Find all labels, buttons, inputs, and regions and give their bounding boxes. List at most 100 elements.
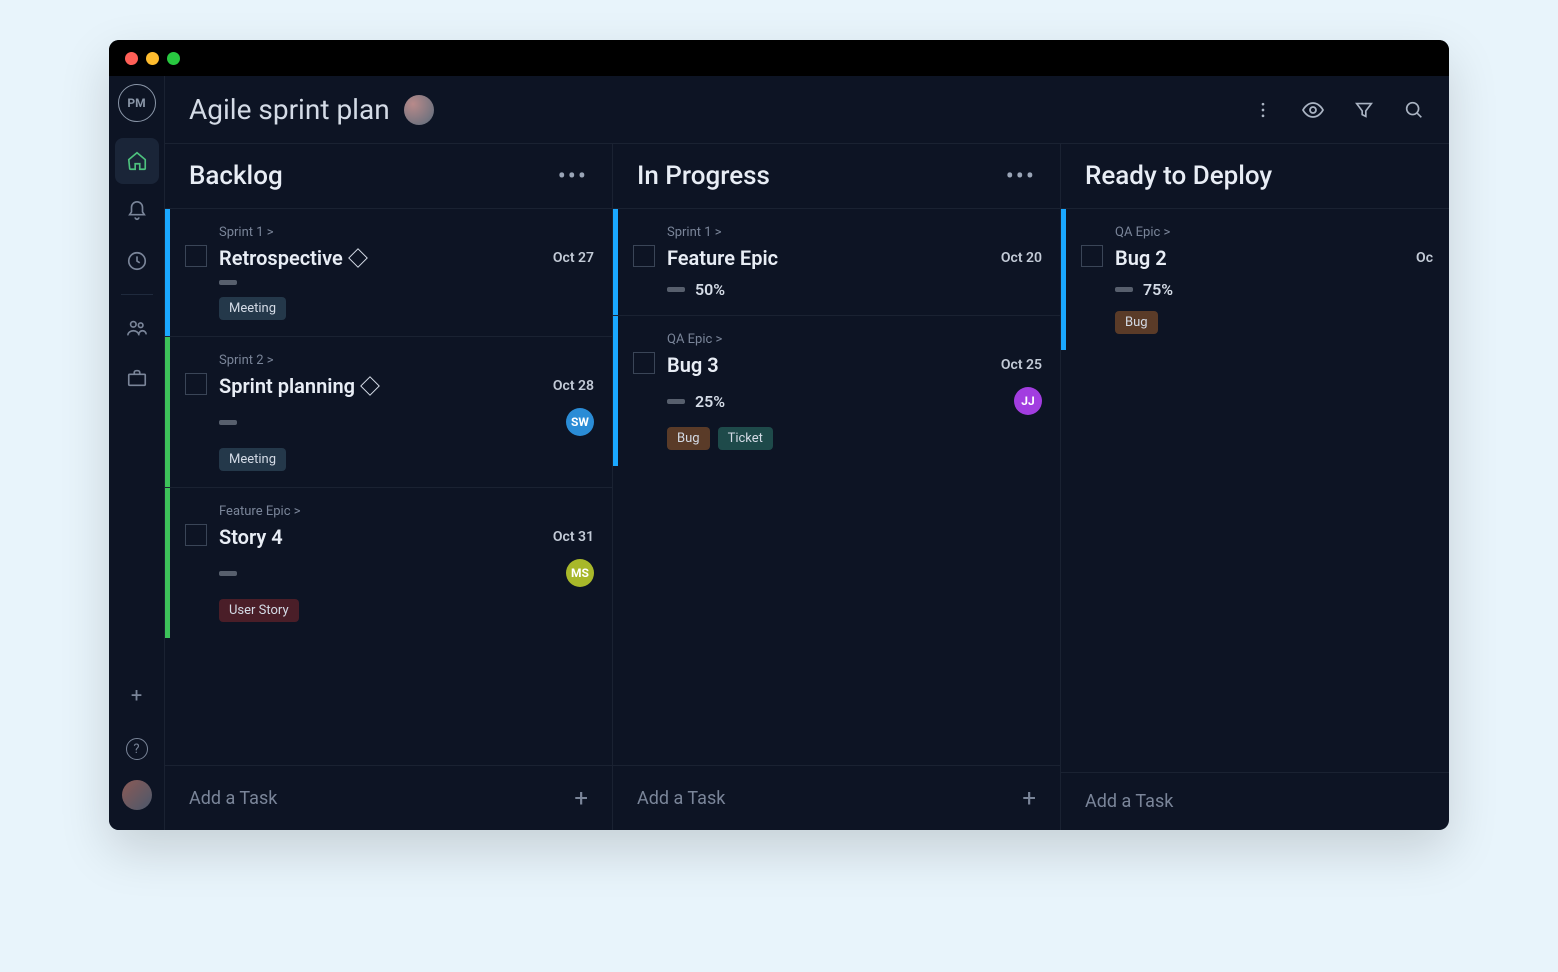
task-card[interactable]: QA Epic >Bug 2Oc75%Bug (1061, 208, 1449, 350)
task-card[interactable]: Sprint 2 >Sprint planningOct 28SWMeeting (165, 336, 612, 487)
tag[interactable]: Ticket (718, 427, 773, 450)
task-tags: User Story (219, 599, 594, 622)
main-area: Agile sprint plan (165, 76, 1449, 830)
priority-indicator-icon (219, 280, 237, 285)
board-column: Ready to DeployQA Epic >Bug 2Oc75%BugAdd… (1061, 144, 1449, 830)
app-window: PM + (109, 40, 1449, 830)
task-date: Oct 27 (553, 250, 594, 266)
add-task-label: Add a Task (637, 788, 725, 809)
bell-icon (126, 200, 148, 222)
task-title: Story 4 (219, 525, 283, 549)
sidebar-item-projects[interactable] (115, 355, 159, 401)
topbar: Agile sprint plan (165, 76, 1449, 144)
add-task-button[interactable]: Add a Task + (165, 765, 612, 830)
filter-icon (1353, 99, 1375, 121)
task-meta: 25%JJ (667, 387, 1042, 415)
project-owner-avatar[interactable] (404, 95, 434, 125)
priority-indicator-icon (667, 287, 685, 292)
task-progress: 50% (695, 280, 725, 299)
task-card-body: Feature Epic > Story 4 Oct 31 MS User Story (219, 504, 594, 622)
task-breadcrumb[interactable]: QA Epic > (1115, 225, 1433, 240)
tag[interactable]: Meeting (219, 297, 286, 320)
task-tags: Meeting (219, 297, 594, 320)
column-cards: Sprint 1 >Feature EpicOct 2050%QA Epic >… (613, 208, 1060, 765)
column-title: Ready to Deploy (1085, 161, 1272, 191)
task-breadcrumb[interactable]: Feature Epic > (219, 504, 594, 519)
task-tags: Meeting (219, 448, 594, 471)
sidebar-divider (121, 294, 153, 295)
column-more-button[interactable]: ••• (558, 162, 588, 190)
board-column: In Progress•••Sprint 1 >Feature EpicOct … (613, 144, 1061, 830)
briefcase-icon (126, 367, 148, 389)
assignee-avatar[interactable]: SW (566, 408, 594, 436)
task-card-body: QA Epic >Bug 2Oc75%Bug (1115, 225, 1433, 334)
task-card[interactable]: QA Epic >Bug 3Oct 2525%JJBugTicket (613, 315, 1060, 466)
task-breadcrumb[interactable]: Sprint 1 > (219, 225, 594, 240)
task-card-body: Sprint 2 >Sprint planningOct 28SWMeeting (219, 353, 594, 471)
task-title: Sprint planning (219, 374, 377, 398)
sidebar-item-people[interactable] (115, 305, 159, 351)
kanban-board: Backlog•••Sprint 1 >RetrospectiveOct 27M… (165, 144, 1449, 830)
column-cards: QA Epic >Bug 2Oc75%Bug (1061, 208, 1449, 772)
sidebar-help-button[interactable]: ? (115, 726, 159, 772)
task-breadcrumb[interactable]: QA Epic > (667, 332, 1042, 347)
assignee-avatar[interactable]: MS (566, 559, 594, 587)
task-date: Oct 25 (1001, 357, 1042, 373)
window-maximize-icon[interactable] (167, 52, 180, 65)
more-vertical-icon (1253, 100, 1273, 120)
task-progress: 75% (1143, 280, 1173, 299)
task-complete-checkbox[interactable] (185, 373, 207, 395)
task-complete-checkbox[interactable] (185, 524, 207, 546)
plus-icon: + (131, 683, 142, 707)
task-card[interactable]: Sprint 1 >RetrospectiveOct 27Meeting (165, 208, 612, 336)
task-tags: Bug (1115, 311, 1433, 334)
sidebar-item-notifications[interactable] (115, 188, 159, 234)
task-date: Oc (1416, 250, 1433, 266)
task-complete-checkbox[interactable] (1081, 245, 1103, 267)
more-options-button[interactable] (1253, 98, 1273, 122)
window-minimize-icon[interactable] (146, 52, 159, 65)
window-titlebar (109, 40, 1449, 76)
task-title: Feature Epic (667, 246, 778, 270)
search-button[interactable] (1403, 98, 1425, 122)
priority-indicator-icon (219, 571, 237, 576)
tag[interactable]: User Story (219, 599, 299, 622)
task-breadcrumb[interactable]: Sprint 2 > (219, 353, 594, 368)
topbar-actions (1253, 98, 1425, 122)
task-date: Oct 31 (553, 529, 594, 545)
assignee-avatar[interactable]: JJ (1014, 387, 1042, 415)
task-breadcrumb[interactable]: Sprint 1 > (667, 225, 1042, 240)
task-meta: SW (219, 408, 594, 436)
task-complete-checkbox[interactable] (633, 245, 655, 267)
sidebar-user-avatar[interactable] (122, 780, 152, 810)
sidebar-item-recent[interactable] (115, 238, 159, 284)
watch-button[interactable] (1301, 98, 1325, 122)
add-task-button[interactable]: Add a Task (1061, 772, 1449, 830)
help-icon: ? (126, 738, 148, 760)
milestone-diamond-icon (360, 376, 380, 396)
task-complete-checkbox[interactable] (633, 352, 655, 374)
task-card[interactable]: Sprint 1 >Feature EpicOct 2050% (613, 208, 1060, 315)
sidebar-item-home[interactable] (115, 138, 159, 184)
tag[interactable]: Bug (1115, 311, 1158, 334)
task-tags: Bug Ticket (667, 427, 1042, 450)
priority-indicator-icon (1115, 287, 1133, 292)
add-task-button[interactable]: Add a Task+ (613, 765, 1060, 830)
task-complete-checkbox[interactable] (185, 245, 207, 267)
column-cards: Sprint 1 >RetrospectiveOct 27MeetingSpri… (165, 208, 612, 765)
add-task-label: Add a Task (189, 788, 277, 809)
plus-icon: + (574, 784, 588, 812)
column-title: Backlog (189, 161, 283, 191)
window-close-icon[interactable] (125, 52, 138, 65)
app-logo[interactable]: PM (118, 84, 156, 122)
search-icon (1403, 99, 1425, 121)
column-more-button[interactable]: ••• (1006, 162, 1036, 190)
task-card[interactable]: Feature Epic > Story 4 Oct 31 MS User Story (165, 487, 612, 638)
filter-button[interactable] (1353, 98, 1375, 122)
tag[interactable]: Bug (667, 427, 710, 450)
milestone-diamond-icon (348, 248, 368, 268)
sidebar-add-button[interactable]: + (115, 672, 159, 718)
tag[interactable]: Meeting (219, 448, 286, 471)
sidebar: PM + (109, 76, 165, 830)
eye-icon (1301, 98, 1325, 122)
